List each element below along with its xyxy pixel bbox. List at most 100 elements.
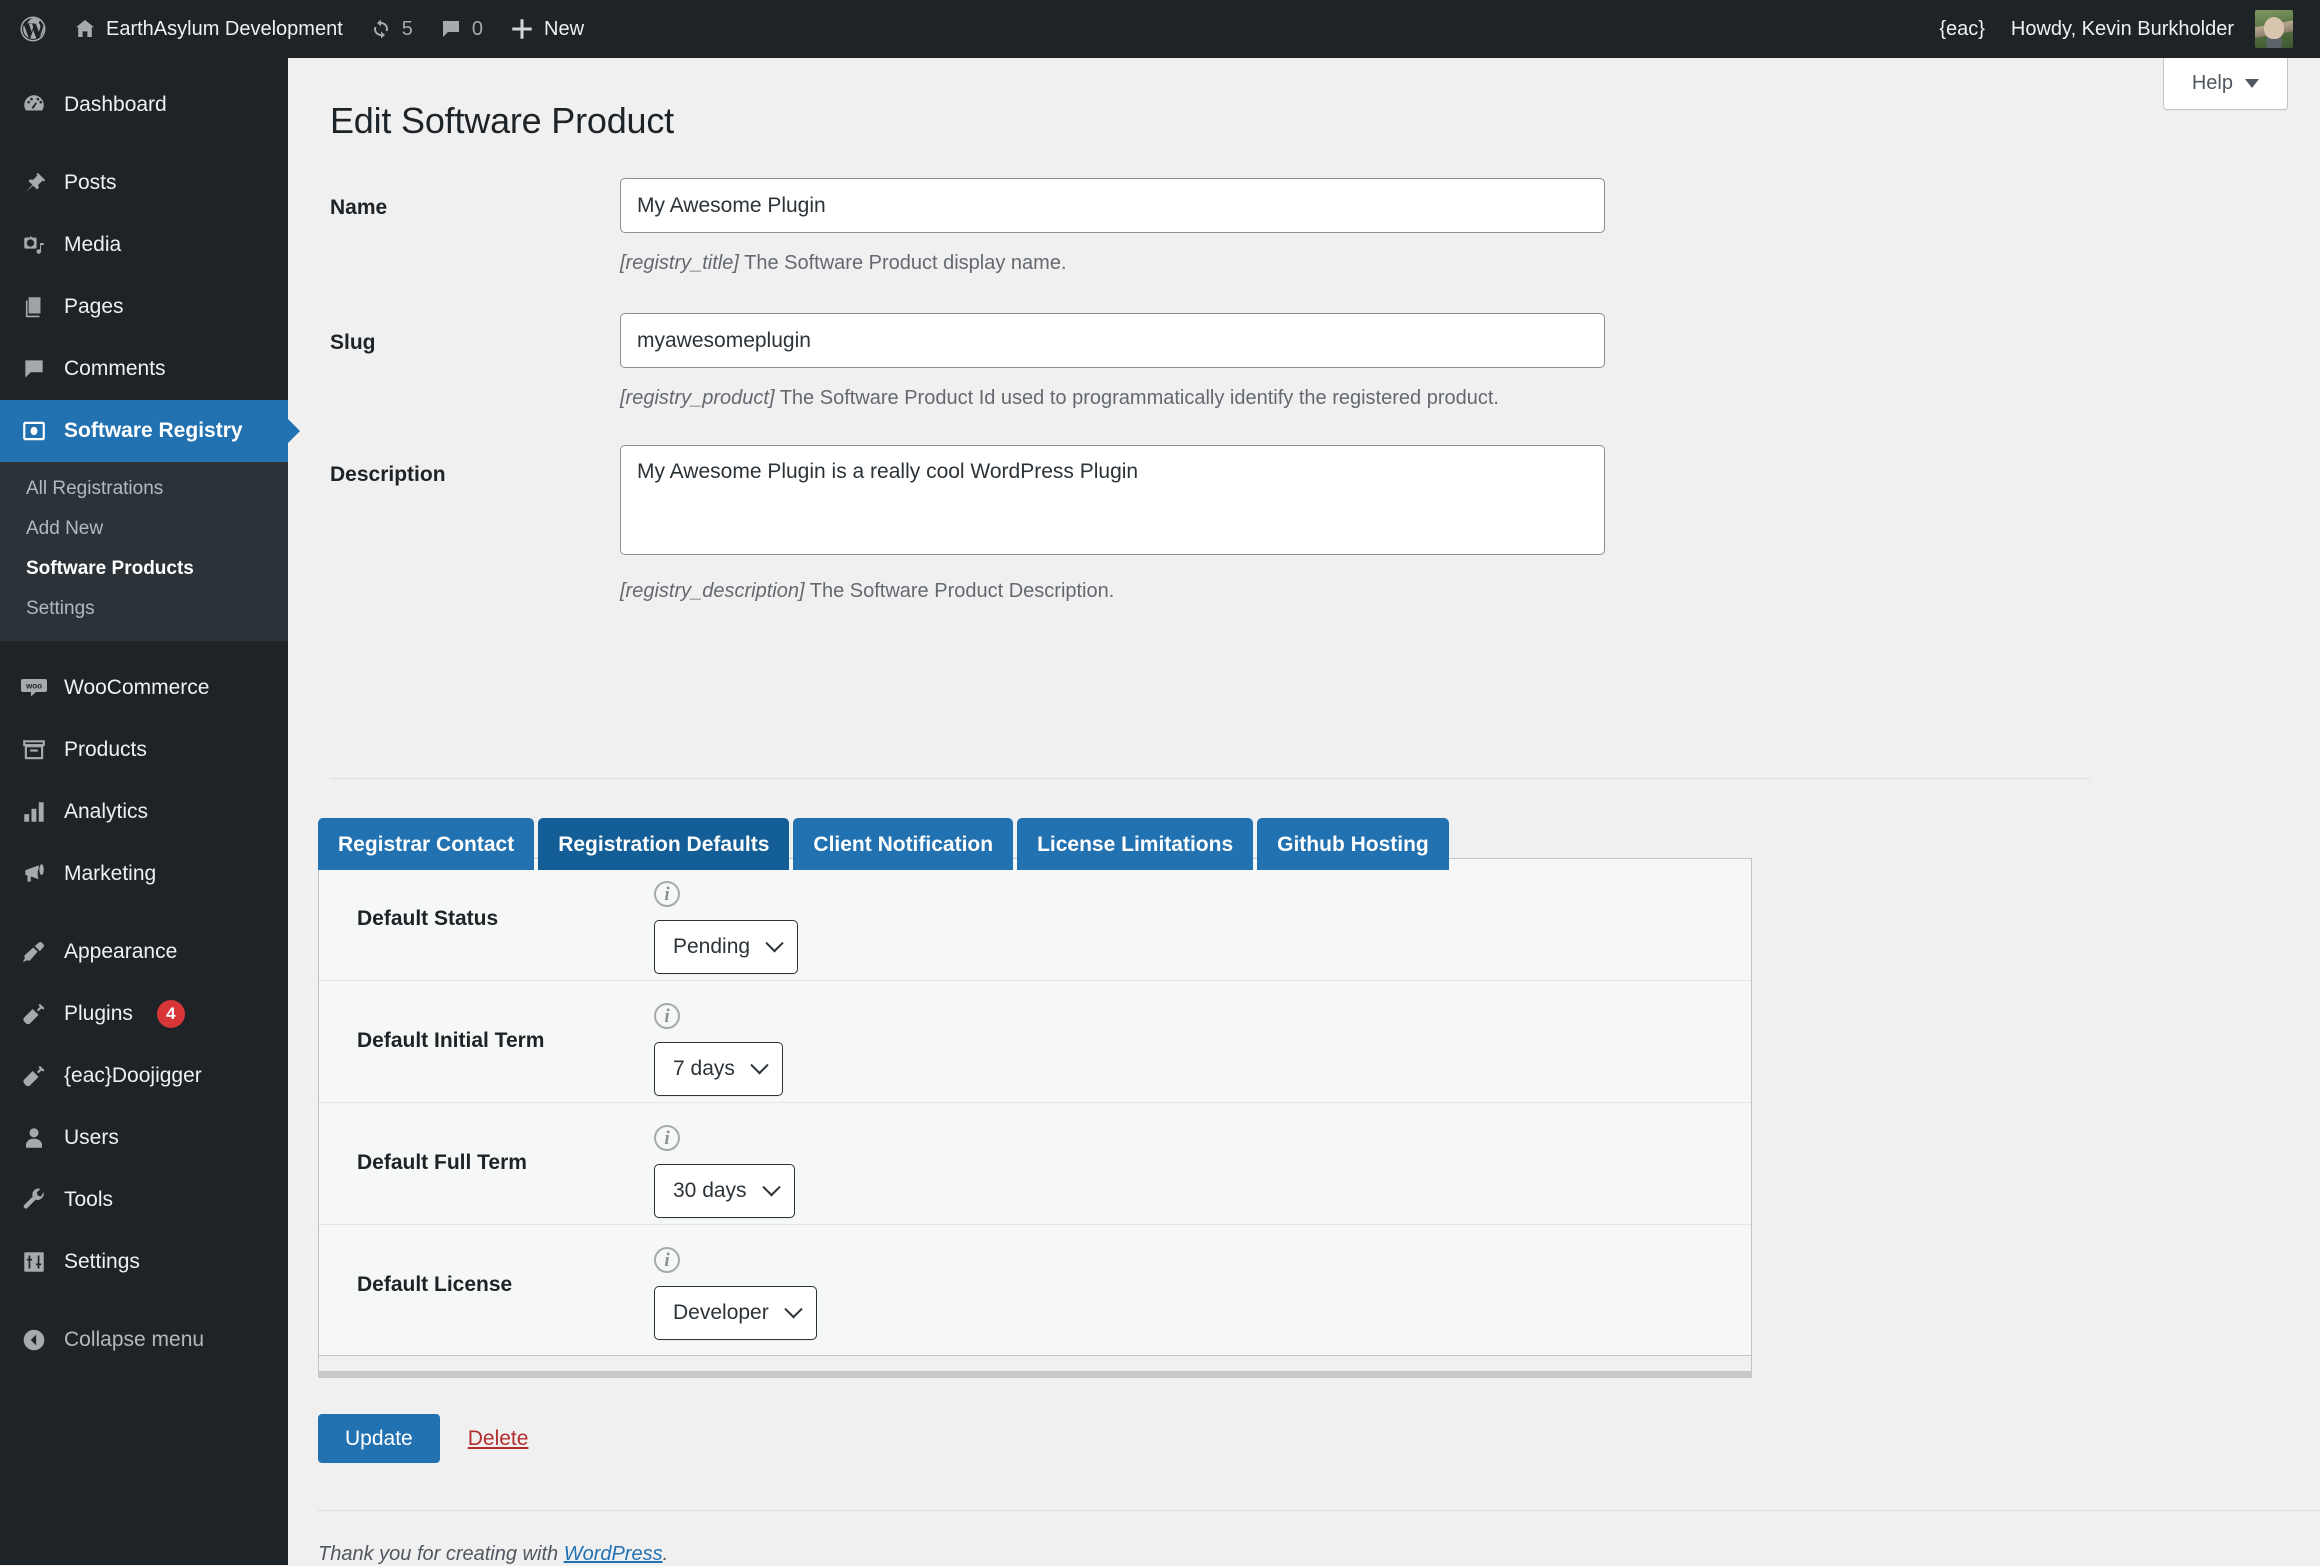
settings-tabs: Registrar Contact Registration Defaults …	[318, 818, 1449, 870]
chevron-down-icon	[750, 1055, 769, 1074]
sidebar-item-posts[interactable]: Posts	[0, 152, 288, 214]
sidebar-item-media[interactable]: Media	[0, 214, 288, 276]
sidebar-item-software-registry[interactable]: Software Registry	[0, 400, 288, 462]
sidebar-item-products[interactable]: Products	[0, 719, 288, 781]
admin-bar-left: EarthAsylum Development 5 0 New	[0, 0, 597, 58]
info-icon[interactable]: i	[654, 881, 680, 907]
sidebar-item-marketing[interactable]: Marketing	[0, 843, 288, 905]
sidebar-item-label: Marketing	[64, 862, 157, 885]
menu-spacer-2	[0, 641, 288, 657]
software-registry-submenu: All Registrations Add New Software Produ…	[0, 462, 288, 641]
sidebar-item-woocommerce[interactable]: woo WooCommerce	[0, 657, 288, 719]
chevron-down-icon	[761, 1177, 781, 1196]
default-license-select[interactable]: Developer	[654, 1286, 817, 1340]
content-area: Help Edit Software Product Name [registr…	[288, 58, 2320, 1565]
sidebar-item-label: Pages	[64, 295, 124, 318]
svg-text:woo: woo	[25, 682, 42, 691]
footer-thanks-suffix: .	[662, 1543, 669, 1565]
updates-button[interactable]: 5	[356, 0, 426, 58]
sidebar-item-settings[interactable]: Settings	[0, 1231, 288, 1293]
description-textarea[interactable]: My Awesome Plugin is a really cool WordP…	[620, 445, 1605, 555]
new-content-button[interactable]: New	[496, 0, 597, 58]
sidebar-item-label: Posts	[64, 171, 117, 194]
avatar	[2255, 10, 2293, 48]
default-full-term-control: i 30 days	[654, 1103, 1751, 1218]
default-status-control: i Pending	[654, 859, 1751, 974]
product-form: Name [registry_title] The Software Produ…	[330, 178, 2030, 606]
tab-registrar-contact[interactable]: Registrar Contact	[318, 818, 535, 870]
paintbrush-icon	[18, 936, 50, 968]
comment-bubble-icon	[439, 17, 463, 41]
woo-icon: woo	[18, 672, 50, 704]
slug-help-desc: The Software Product Id used to programm…	[774, 387, 1499, 409]
site-name-button[interactable]: EarthAsylum Development	[60, 0, 356, 58]
name-label: Name	[330, 196, 388, 219]
slug-help-key: [registry_product]	[620, 387, 775, 409]
footer-thanks: Thank you for creating with WordPress.	[318, 1543, 668, 1566]
name-control: [registry_title] The Software Product di…	[620, 178, 1605, 278]
plug-icon	[18, 1060, 50, 1092]
slug-input[interactable]	[620, 313, 1605, 368]
chevron-down-icon	[765, 933, 784, 952]
wordpress-logo-button[interactable]	[0, 0, 60, 58]
slug-label: Slug	[330, 331, 376, 354]
submenu-item-add-new[interactable]: Add New	[0, 509, 288, 549]
comments-button[interactable]: 0	[426, 0, 496, 58]
collapse-menu-button[interactable]: Collapse menu	[0, 1309, 288, 1371]
site-name-label: EarthAsylum Development	[106, 17, 343, 40]
registration-defaults-panel: Default Status i Pending Default Initial…	[318, 858, 1752, 1356]
name-input[interactable]	[620, 178, 1605, 233]
sidebar-item-analytics[interactable]: Analytics	[0, 781, 288, 843]
registry-icon	[18, 415, 50, 447]
dashboard-icon	[18, 89, 50, 121]
tab-license-limitations[interactable]: License Limitations	[1017, 818, 1254, 870]
sidebar-item-label: Tools	[64, 1188, 114, 1211]
my-account-button[interactable]: Howdy, Kevin Burkholder	[1998, 0, 2306, 58]
admin-bar: EarthAsylum Development 5 0 New {eac} Ho…	[0, 0, 2320, 58]
submenu-item-software-products[interactable]: Software Products	[0, 549, 288, 589]
tab-github-hosting[interactable]: Github Hosting	[1257, 818, 1449, 870]
updates-refresh-icon	[369, 17, 393, 41]
eac-label: {eac}	[1939, 17, 1985, 40]
field-row-name: Name [registry_title] The Software Produ…	[330, 178, 2030, 278]
info-icon[interactable]: i	[654, 1125, 680, 1151]
sidebar-item-plugins[interactable]: Plugins 4	[0, 983, 288, 1045]
chevron-down-icon	[784, 1299, 803, 1318]
name-help-desc: The Software Product display name.	[738, 252, 1067, 274]
new-label: New	[544, 17, 585, 40]
sidebar-item-pages[interactable]: Pages	[0, 276, 288, 338]
delete-button[interactable]: Delete	[468, 1427, 529, 1451]
default-status-select[interactable]: Pending	[654, 920, 799, 974]
page-title: Edit Software Product	[330, 100, 674, 141]
setting-row-default-license: Default License i Developer	[319, 1225, 1751, 1355]
sidebar-item-label: Appearance	[64, 940, 178, 963]
sidebar-item-tools[interactable]: Tools	[0, 1169, 288, 1231]
tab-client-notification[interactable]: Client Notification	[793, 818, 1014, 870]
section-divider	[330, 778, 2090, 779]
slug-help-text: [registry_product] The Software Product …	[620, 384, 1580, 413]
pages-icon	[18, 291, 50, 323]
help-button[interactable]: Help	[2162, 58, 2288, 110]
pin-icon	[18, 167, 50, 199]
sidebar-item-dashboard[interactable]: Dashboard	[0, 74, 288, 136]
tab-registration-defaults[interactable]: Registration Defaults	[538, 818, 790, 870]
sidebar-item-label: Comments	[64, 357, 166, 380]
sidebar-item-appearance[interactable]: Appearance	[0, 921, 288, 983]
default-full-term-select[interactable]: 30 days	[654, 1164, 795, 1218]
default-initial-term-value: 7 days	[673, 1057, 735, 1080]
update-button[interactable]: Update	[318, 1414, 440, 1463]
default-initial-term-select[interactable]: 7 days	[654, 1042, 783, 1096]
name-help-text: [registry_title] The Software Product di…	[620, 249, 1580, 278]
info-icon[interactable]: i	[654, 1003, 680, 1029]
sidebar-item-comments[interactable]: Comments	[0, 338, 288, 400]
eac-menu-button[interactable]: {eac}	[1926, 0, 1998, 58]
default-status-value: Pending	[673, 935, 751, 958]
description-control: My Awesome Plugin is a really cool WordP…	[620, 445, 1605, 606]
info-icon[interactable]: i	[654, 1247, 680, 1273]
setting-row-default-initial-term: Default Initial Term i 7 days	[319, 981, 1751, 1103]
wordpress-link[interactable]: WordPress	[564, 1543, 663, 1565]
submenu-item-all-registrations[interactable]: All Registrations	[0, 469, 288, 509]
sidebar-item-users[interactable]: Users	[0, 1107, 288, 1169]
sidebar-item-eac-doojigger[interactable]: {eac}Doojigger	[0, 1045, 288, 1107]
submenu-item-settings[interactable]: Settings	[0, 589, 288, 629]
